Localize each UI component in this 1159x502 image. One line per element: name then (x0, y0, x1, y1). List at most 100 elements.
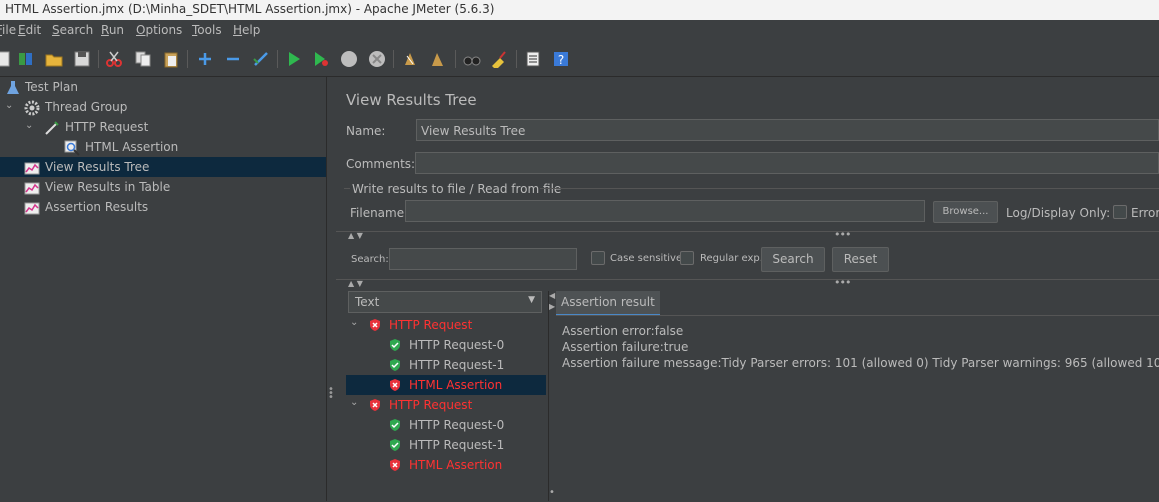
menu-run[interactable]: Run (101, 23, 124, 37)
clear-all-icon[interactable] (428, 49, 448, 69)
search-icon[interactable] (462, 49, 482, 69)
shutdown-icon[interactable] (367, 49, 387, 69)
save-icon[interactable] (72, 49, 92, 69)
results-splitter[interactable]: ▲ ▼ ••• (336, 276, 1159, 290)
result-row[interactable]: HTML Assertion (346, 455, 546, 475)
splitter-grip-icon[interactable]: ••• (834, 228, 851, 241)
result-label: HTTP Request-0 (409, 338, 505, 352)
search-input[interactable] (389, 248, 577, 270)
renderer-select[interactable]: Text ▼ (348, 291, 542, 313)
result-row[interactable]: HTTP Request-1 (346, 355, 546, 375)
menu-tools[interactable]: Tools (192, 23, 222, 37)
cut-icon[interactable] (104, 49, 124, 69)
result-row[interactable]: HTTP Request-0 (346, 415, 546, 435)
chevron-down-icon[interactable]: ⌄ (350, 317, 362, 329)
reset-search-icon[interactable] (489, 49, 509, 69)
menu-edit[interactable]: Edit (18, 23, 41, 37)
toolbar-separator (98, 50, 99, 68)
result-row[interactable]: HTTP Request-0 (346, 335, 546, 355)
fail-shield-icon (368, 318, 382, 332)
filename-label: Filename (350, 206, 405, 220)
comments-field[interactable] (415, 152, 1159, 174)
tree-item-thread-group[interactable]: ⌄ Thread Group (0, 97, 326, 117)
splitter-grip-icon[interactable]: ••• (834, 276, 851, 289)
toolbar-separator (455, 50, 456, 68)
renderer-selected-value: Text (355, 295, 380, 309)
tree-item-html-assertion[interactable]: HTML Assertion (0, 137, 326, 157)
collapse-arrows-icon[interactable]: ▲ ▼ (348, 231, 363, 240)
fail-shield-icon (388, 378, 402, 392)
filename-field[interactable] (405, 200, 925, 222)
splitter-grip-icon[interactable]: ••• (328, 385, 334, 403)
menu-bar: File Edit Search Run Options Tools Help (0, 20, 1159, 42)
chevron-down-icon[interactable]: ▼ (528, 295, 535, 305)
search-label: Search: (351, 254, 389, 265)
chevron-down-icon[interactable]: ⌄ (5, 100, 17, 112)
expand-icon[interactable] (195, 49, 215, 69)
pass-shield-icon (388, 418, 402, 432)
chevron-down-icon[interactable]: ⌄ (350, 397, 362, 409)
tree-item-view-results-in-table[interactable]: View Results in Table (0, 177, 326, 197)
search-button[interactable]: Search (761, 247, 825, 272)
start-icon[interactable] (284, 49, 304, 69)
tree-item-view-results-tree[interactable]: View Results Tree (0, 157, 326, 177)
case-sensitive-checkbox[interactable] (591, 251, 605, 265)
regular-exp-checkbox[interactable] (680, 251, 694, 265)
tree-item-assertion-results[interactable]: Assertion Results (0, 197, 326, 217)
templates-icon[interactable] (16, 49, 36, 69)
main-splitter[interactable] (326, 77, 336, 501)
collapse-left-icon[interactable]: ◀ (549, 291, 555, 300)
toolbar: ? (0, 42, 1159, 77)
results-detail-splitter[interactable]: ◀ ▶ • (548, 291, 556, 501)
browse-button[interactable]: Browse... (933, 201, 998, 223)
result-row[interactable]: ⌄ HTTP Request (346, 315, 546, 335)
paste-icon[interactable] (161, 49, 181, 69)
stop-icon[interactable] (339, 49, 359, 69)
tab-assertion-result[interactable]: Assertion result (556, 291, 660, 316)
open-icon[interactable] (44, 49, 64, 69)
panel-title: View Results Tree (346, 91, 477, 109)
splitter-grip-icon[interactable]: • (549, 487, 555, 498)
result-row[interactable]: ⌄ HTTP Request (346, 395, 546, 415)
listener-icon (24, 160, 40, 176)
menu-file[interactable]: File (0, 23, 16, 37)
collapse-icon[interactable] (223, 49, 243, 69)
reset-button[interactable]: Reset (832, 247, 889, 272)
result-label: HTTP Request (389, 318, 473, 332)
result-row[interactable]: HTML Assertion (346, 375, 546, 395)
sample-results-tree: ⌄ HTTP Request HTTP Request-0 HTTP Reque… (346, 315, 546, 501)
toggle-icon[interactable] (251, 49, 271, 69)
collapse-right-icon[interactable]: ▶ (549, 302, 555, 311)
name-field[interactable]: View Results Tree (416, 119, 1159, 141)
search-splitter[interactable]: ▲ ▼ ••• (336, 228, 1159, 242)
menu-search[interactable]: Search (52, 23, 93, 37)
fail-shield-icon (388, 458, 402, 472)
svg-text:?: ? (558, 53, 564, 67)
new-icon[interactable] (0, 49, 14, 69)
collapse-arrows-icon[interactable]: ▲ ▼ (348, 279, 363, 288)
tree-item-label: HTML Assertion (85, 140, 179, 154)
copy-icon[interactable] (133, 49, 153, 69)
assertion-failure-line: Assertion failure:true (562, 340, 689, 354)
function-helper-icon[interactable] (523, 49, 543, 69)
assertion-failure-message-line: Assertion failure message:Tidy Parser er… (562, 356, 1159, 370)
clear-icon[interactable] (400, 49, 420, 69)
tree-item-test-plan[interactable]: Test Plan (0, 77, 326, 97)
log-display-label: Log/Display Only: (1006, 206, 1111, 220)
menu-options[interactable]: Options (136, 23, 182, 37)
result-row[interactable]: HTTP Request-1 (346, 435, 546, 455)
result-label: HTTP Request-1 (409, 358, 505, 372)
menu-help[interactable]: Help (233, 23, 260, 37)
result-label: HTTP Request (389, 398, 473, 412)
start-no-pauses-icon[interactable] (311, 49, 331, 69)
chevron-down-icon[interactable]: ⌄ (25, 120, 37, 132)
assertion-result-panel: Assertion error:false Assertion failure:… (556, 315, 1159, 502)
tree-item-label: Assertion Results (45, 200, 149, 214)
result-label: HTML Assertion (409, 378, 503, 392)
help-icon[interactable]: ? (551, 49, 571, 69)
errors-checkbox[interactable] (1113, 205, 1127, 219)
case-sensitive-label: Case sensitive (610, 253, 683, 264)
toolbar-separator (516, 50, 517, 68)
tree-item-http-request[interactable]: ⌄ HTTP Request (0, 117, 326, 137)
magnifier-icon (64, 140, 80, 156)
